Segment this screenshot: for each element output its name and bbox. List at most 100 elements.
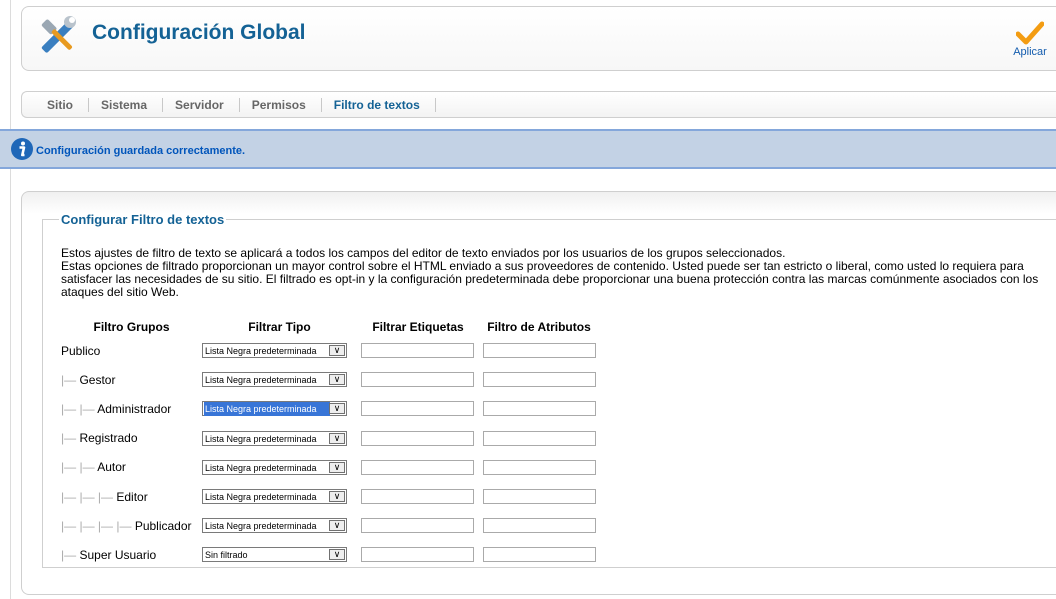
header-filter-tags: Filtrar Etiquetas [372, 320, 464, 334]
chevron-down-icon[interactable]: ∨ [329, 520, 345, 532]
filter-type-select[interactable]: Lista Negra predeterminada ∨ [202, 430, 347, 446]
chevron-down-icon[interactable]: ∨ [329, 549, 345, 561]
filter-attributes-cell [479, 540, 599, 569]
message-text: Configuración guardada correctamente. [36, 145, 246, 157]
table-row: |— |— |— |— Publicador Lista Negra predet… [61, 511, 599, 540]
group-name: Gestor [79, 372, 116, 387]
filter-type-select[interactable]: Lista Negra predeterminada ∨ [202, 372, 347, 388]
filter-type-select[interactable]: Lista Negra predeterminada ∨ [202, 489, 347, 505]
tree-indent: |— [61, 431, 77, 446]
filter-attributes-input[interactable] [483, 401, 596, 417]
filter-tags-input[interactable] [361, 372, 474, 388]
chevron-down-icon[interactable]: ∨ [329, 461, 345, 473]
filter-attributes-cell [479, 336, 599, 365]
filter-type-value: Lista Negra predeterminada [204, 402, 330, 417]
tree-indent: |— [61, 547, 77, 562]
filter-type-value: Lista Negra predeterminada [205, 521, 317, 532]
left-border [10, 0, 11, 599]
apply-label: Aplicar [1013, 46, 1047, 58]
filter-attributes-input[interactable] [483, 459, 596, 475]
description-line-2: Estas opciones de filtrado proporcionan … [61, 259, 1039, 299]
group-cell: |— Super Usuario [61, 540, 202, 569]
system-message: Configuración guardada correctamente. [0, 129, 1056, 169]
tree-indent: |— |— |— |— [61, 518, 132, 533]
filter-type-select[interactable]: Lista Negra predeterminada ∨ [202, 459, 347, 475]
filter-type-select[interactable]: Lista Negra predeterminada ∨ [202, 518, 347, 534]
group-name: Registrado [79, 431, 138, 446]
filter-type-cell: Lista Negra predeterminada ∨ [202, 511, 357, 540]
filter-tags-input[interactable] [361, 401, 474, 417]
filter-tags-cell [357, 453, 479, 482]
content-panel: Configurar Filtro de textos Estos ajuste… [21, 191, 1056, 595]
chevron-down-icon[interactable]: ∨ [329, 432, 345, 444]
filter-type-value: Lista Negra predeterminada [205, 375, 317, 386]
filter-tags-cell [357, 394, 479, 423]
group-cell: |— |— |— |— Publicador [61, 511, 202, 540]
tree-indent: |— |— [61, 401, 95, 416]
chevron-down-icon[interactable]: ∨ [329, 403, 345, 415]
filter-attributes-input[interactable] [483, 343, 596, 359]
group-name: Publico [61, 343, 101, 358]
header-filter-attributes: Filtro de Atributos [487, 320, 591, 334]
filter-tags-input[interactable] [361, 489, 474, 505]
filter-attributes-input[interactable] [483, 518, 596, 534]
filter-tags-cell [357, 336, 479, 365]
chevron-down-icon[interactable]: ∨ [329, 374, 345, 386]
filter-tags-input[interactable] [361, 430, 474, 446]
group-cell: |— |— |— Editor [61, 482, 202, 511]
group-name: Editor [116, 489, 148, 504]
filter-attributes-input[interactable] [483, 372, 596, 388]
filter-attributes-cell [479, 394, 599, 423]
filter-tags-cell [357, 424, 479, 453]
tree-indent: |— |— |— [61, 489, 114, 504]
tab-servidor[interactable]: Servidor [163, 97, 240, 112]
header-filter-groups: Filtro Grupos [93, 320, 170, 334]
group-name: Administrador [97, 401, 172, 416]
group-cell: |— |— Autor [61, 453, 202, 482]
page-title: Configuración Global [92, 21, 306, 44]
filter-type-value: Lista Negra predeterminada [205, 492, 317, 503]
filter-type-select[interactable]: Lista Negra predeterminada ∨ [202, 343, 347, 359]
filter-tags-input[interactable] [361, 459, 474, 475]
filter-tags-input[interactable] [361, 343, 474, 359]
filter-tags-input[interactable] [361, 518, 474, 534]
tab-permisos[interactable]: Permisos [240, 97, 322, 112]
filter-attributes-input[interactable] [483, 489, 596, 505]
filter-tags-cell [357, 482, 479, 511]
chevron-down-icon[interactable]: ∨ [329, 491, 345, 503]
apply-button[interactable]: Aplicar [1010, 21, 1050, 69]
filter-type-cell: Lista Negra predeterminada ∨ [202, 482, 357, 511]
info-icon [11, 138, 33, 160]
group-name: Publicador [134, 518, 192, 533]
filter-tags-cell [357, 540, 479, 569]
filter-type-cell: Lista Negra predeterminada ∨ [202, 365, 357, 394]
table-header-row: Filtro Grupos Filtrar Tipo Filtrar Etiqu… [61, 318, 599, 336]
filter-type-value: Sin filtrado [205, 550, 248, 561]
filter-tags-cell [357, 511, 479, 540]
tab-sitio[interactable]: Sitio [35, 97, 89, 112]
chevron-down-icon[interactable]: ∨ [329, 345, 345, 357]
filter-type-cell: Sin filtrado ∨ [202, 540, 357, 569]
filter-type-value: Lista Negra predeterminada [205, 346, 317, 357]
group-cell: Publico [61, 336, 202, 365]
table-row: |— |— |— Editor Lista Negra predeterminad… [61, 482, 599, 511]
section-description: Estos ajustes de filtro de texto se apli… [61, 247, 1041, 299]
filters-table: Filtro Grupos Filtrar Tipo Filtrar Etiqu… [61, 318, 599, 570]
filter-tags-cell [357, 365, 479, 394]
filter-attributes-input[interactable] [483, 430, 596, 446]
tree-indent: |— |— [61, 460, 95, 475]
filter-type-select[interactable]: Lista Negra predeterminada ∨ [202, 401, 347, 417]
tools-icon [41, 16, 76, 53]
tab-sistema[interactable]: Sistema [89, 97, 164, 112]
tab-filtro-de-textos[interactable]: Filtro de textos [322, 97, 436, 112]
filter-tags-input[interactable] [361, 547, 474, 563]
group-cell: |— Registrado [61, 424, 202, 453]
filter-type-value: Lista Negra predeterminada [205, 433, 317, 444]
section-legend: Configurar Filtro de textos [61, 212, 225, 227]
group-name: Autor [97, 460, 126, 475]
filter-type-select[interactable]: Sin filtrado ∨ [202, 547, 347, 563]
tree-indent: |— [61, 372, 77, 387]
filter-attributes-cell [479, 424, 599, 453]
filter-attributes-input[interactable] [483, 547, 596, 563]
table-row: |— |— Autor Lista Negra predeterminada ∨ [61, 453, 599, 482]
